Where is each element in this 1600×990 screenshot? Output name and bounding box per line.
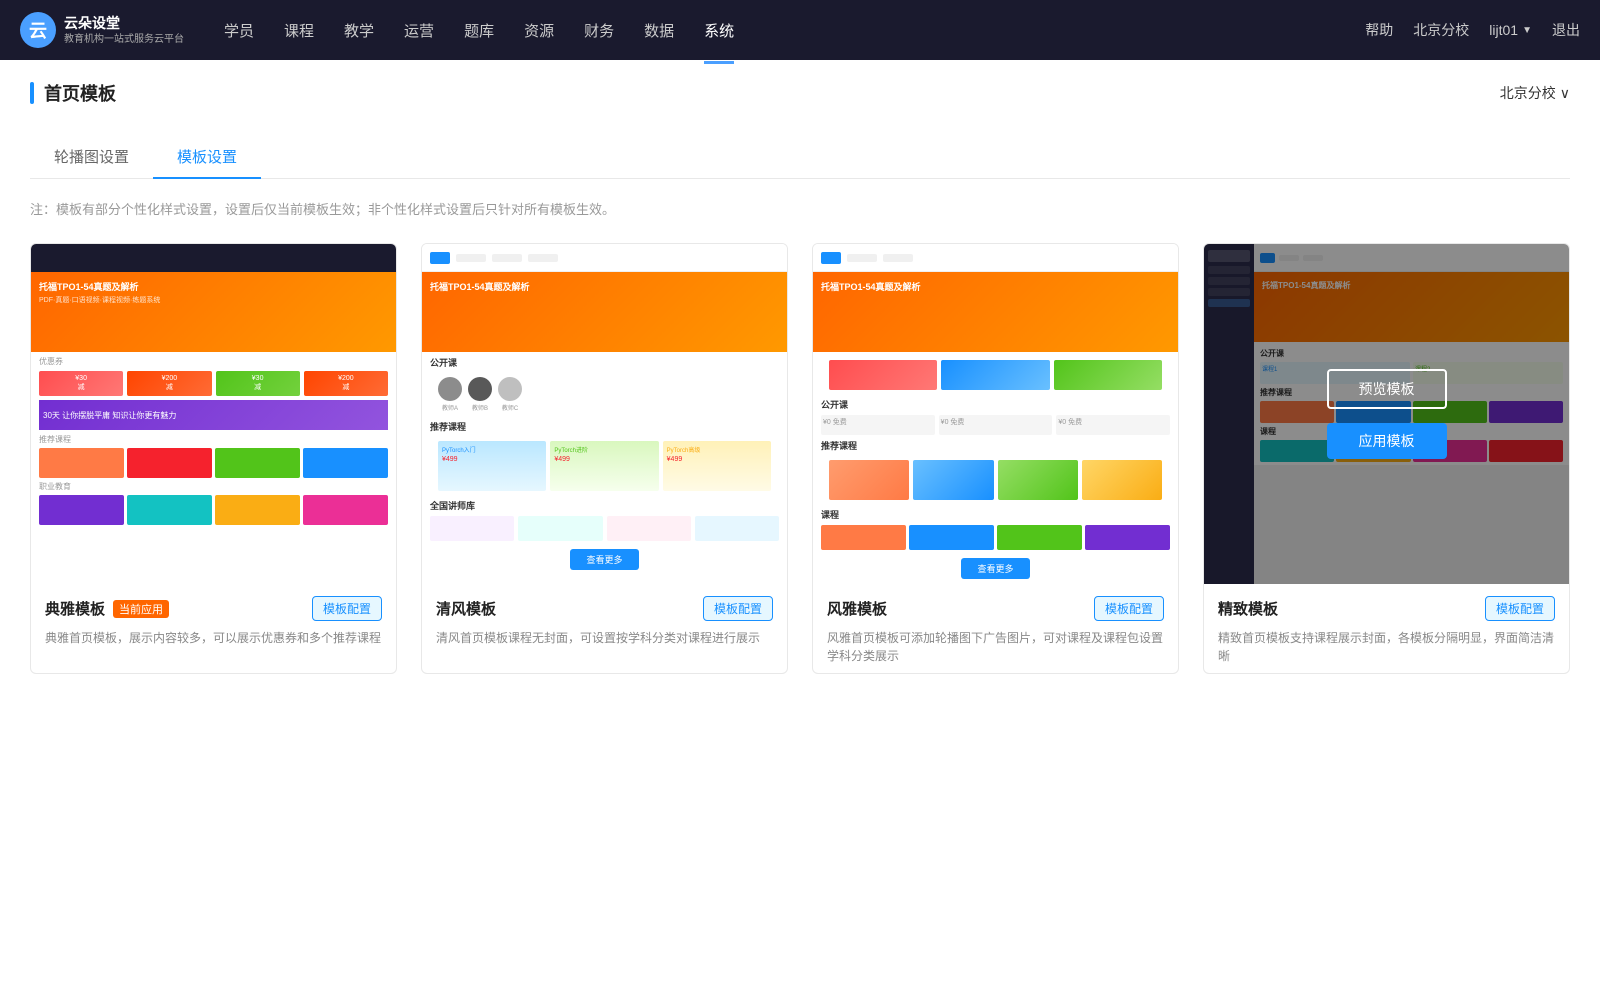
config-btn-fengya[interactable]: 模板配置 [1094, 596, 1164, 621]
page-title-wrapper: 首页模板 [30, 80, 116, 106]
template-preview-dianya: 托福TPO1-54真题及解析 PDF·真题·口语视频·课程视频·练题系统 优惠券… [31, 244, 396, 584]
template-name-jingzhi: 精致模板 [1218, 598, 1278, 619]
template-preview-jingzhi: 托福TPO1-54真题及解析 公开课 课程1 课程2 推荐课程 [1204, 244, 1569, 584]
nav-user-arrow: ▼ [1522, 25, 1532, 36]
tab-template[interactable]: 模板设置 [153, 136, 261, 179]
logo-text: 云朵设堂 教育机构一站式服务云平台 [64, 14, 184, 45]
logo-main: 云朵设堂 [64, 14, 184, 32]
template-card-fengya: 托福TPO1-54真题及解析 公开课 ¥0 免费 ¥0 免费 ¥0 免费 推荐课… [812, 243, 1179, 674]
template-desc-dianya: 典雅首页模板，展示内容较多，可以展示优惠券和多个推荐课程 [45, 629, 382, 647]
nav-help[interactable]: 帮助 [1365, 20, 1393, 40]
template-footer-qingfeng: 清风模板 模板配置 清风首页模板课程无封面，可设置按学科分类对课程进行展示 [422, 584, 787, 655]
current-badge-dianya: 当前应用 [113, 600, 169, 618]
apply-template-btn[interactable]: 应用模板 [1327, 423, 1447, 459]
template-name-qingfeng: 清风模板 [436, 598, 496, 619]
nav-item-teaching[interactable]: 教学 [344, 16, 374, 45]
templates-grid: 托福TPO1-54真题及解析 PDF·真题·口语视频·课程视频·练题系统 优惠券… [30, 243, 1570, 674]
main-content: 首页模板 北京分校 ∨ 轮播图设置 模板设置 注：模板有部分个性化样式设置，设置… [0, 60, 1600, 990]
t1-hero-content: 托福TPO1-54真题及解析 PDF·真题·口语视频·课程视频·练题系统 [31, 272, 396, 313]
template-preview-fengya: 托福TPO1-54真题及解析 公开课 ¥0 免费 ¥0 免费 ¥0 免费 推荐课… [813, 244, 1178, 584]
config-btn-jingzhi[interactable]: 模板配置 [1485, 596, 1555, 621]
page-title-bar [30, 82, 34, 104]
t2-header [422, 244, 787, 272]
template-desc-qingfeng: 清风首页模板课程无封面，可设置按学科分类对课程进行展示 [436, 629, 773, 647]
nav-bar: 云 云朵设堂 教育机构一站式服务云平台 学员 课程 教学 运营 题库 资源 财务… [0, 0, 1600, 60]
nav-item-operations[interactable]: 运营 [404, 16, 434, 45]
template-footer-jingzhi: 精致模板 模板配置 精致首页模板支持课程展示封面，各模板分隔明显，界面简洁清晰 [1204, 584, 1569, 673]
nav-item-courses[interactable]: 课程 [284, 16, 314, 45]
nav-right: 帮助 北京分校 lijt01 ▼ 退出 [1365, 20, 1580, 40]
t3-header [813, 244, 1178, 272]
template-footer-dianya: 典雅模板 当前应用 模板配置 典雅首页模板，展示内容较多，可以展示优惠券和多个推… [31, 584, 396, 655]
branch-selector-arrow: ∨ [1560, 85, 1570, 102]
nav-username: lijt01 [1489, 22, 1518, 38]
logo-sub: 教育机构一站式服务云平台 [64, 33, 184, 46]
tab-carousel[interactable]: 轮播图设置 [30, 136, 153, 179]
t3-hero: 托福TPO1-54真题及解析 [813, 272, 1178, 352]
config-btn-dianya[interactable]: 模板配置 [312, 596, 382, 621]
branch-selector-label: 北京分校 [1500, 83, 1556, 103]
template-desc-fengya: 风雅首页模板可添加轮播图下广告图片，可对课程及课程包设置学科分类展示 [827, 629, 1164, 665]
t3-more-btn[interactable]: 查看更多 [961, 558, 1029, 579]
branch-selector[interactable]: 北京分校 ∨ [1500, 83, 1570, 103]
t2-hero: 托福TPO1-54真题及解析 [422, 272, 787, 352]
nav-item-finance[interactable]: 财务 [584, 16, 614, 45]
template-desc-jingzhi: 精致首页模板支持课程展示封面，各模板分隔明显，界面简洁清晰 [1218, 629, 1555, 665]
nav-logo: 云 云朵设堂 教育机构一站式服务云平台 [20, 12, 184, 48]
template-footer-fengya: 风雅模板 模板配置 风雅首页模板可添加轮播图下广告图片，可对课程及课程包设置学科… [813, 584, 1178, 673]
nav-item-data[interactable]: 数据 [644, 16, 674, 45]
t1-hero: 托福TPO1-54真题及解析 PDF·真题·口语视频·课程视频·练题系统 [31, 272, 396, 352]
template-card-qingfeng: 托福TPO1-54真题及解析 公开课 教师A 教师B [421, 243, 788, 674]
template-preview-qingfeng: 托福TPO1-54真题及解析 公开课 教师A 教师B [422, 244, 787, 584]
nav-item-system[interactable]: 系统 [704, 16, 734, 45]
nav-menu: 学员 课程 教学 运营 题库 资源 财务 数据 系统 [224, 16, 1365, 45]
t2-more-btn[interactable]: 查看更多 [570, 549, 638, 570]
template-card-dianya: 托福TPO1-54真题及解析 PDF·真题·口语视频·课程视频·练题系统 优惠券… [30, 243, 397, 674]
nav-branch[interactable]: 北京分校 [1413, 20, 1469, 40]
template-name-fengya: 风雅模板 [827, 598, 887, 619]
page-title: 首页模板 [44, 80, 116, 106]
logo-icon: 云 [20, 12, 56, 48]
nav-item-questions[interactable]: 题库 [464, 16, 494, 45]
tabs-container: 轮播图设置 模板设置 [30, 136, 1570, 179]
t1-header [31, 244, 396, 272]
preview-template-btn[interactable]: 预览模板 [1327, 369, 1447, 409]
note-text: 注：模板有部分个性化样式设置，设置后仅当前模板生效；非个性化样式设置后只针对所有… [30, 199, 1570, 218]
nav-item-resources[interactable]: 资源 [524, 16, 554, 45]
template-name-dianya: 典雅模板 [45, 598, 105, 619]
nav-item-students[interactable]: 学员 [224, 16, 254, 45]
preview-overlay-jingzhi: 预览模板 应用模板 [1204, 244, 1569, 584]
page-header: 首页模板 北京分校 ∨ [30, 80, 1570, 116]
config-btn-qingfeng[interactable]: 模板配置 [703, 596, 773, 621]
t1-middle-section: 优惠券 ¥30减 ¥200减 ¥30减 ¥200减 30天 让你摆脱平庸 知识让… [31, 352, 396, 529]
nav-logout[interactable]: 退出 [1552, 20, 1580, 40]
template-card-jingzhi: 托福TPO1-54真题及解析 公开课 课程1 课程2 推荐课程 [1203, 243, 1570, 674]
nav-user[interactable]: lijt01 ▼ [1489, 22, 1532, 38]
